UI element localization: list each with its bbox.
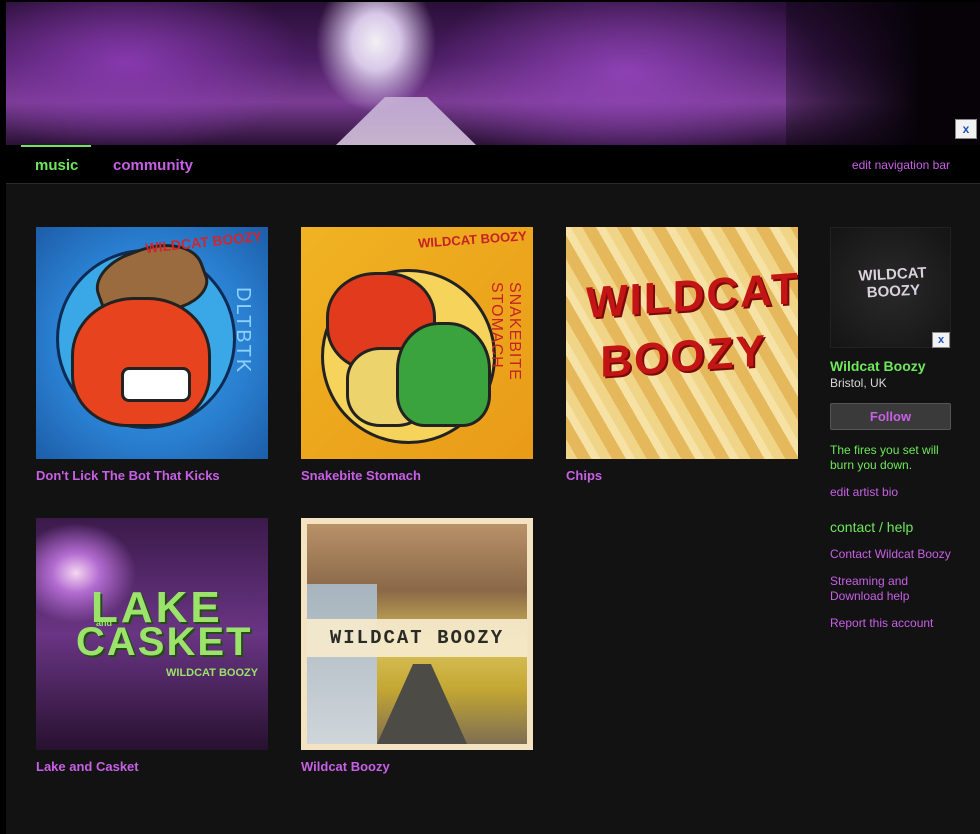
navigation-bar: music community edit navigation bar: [6, 145, 980, 182]
album-cover[interactable]: WILDCAT BOOZY: [566, 227, 798, 459]
artist-name[interactable]: Wildcat Boozy: [830, 358, 955, 374]
contact-help-heading: contact / help: [830, 519, 914, 535]
cover-logo: WILDCAT BOOZY: [586, 263, 798, 387]
cover-logo: WILDCAT BOOZY: [417, 228, 528, 251]
banner-road: [336, 97, 476, 145]
active-tab-indicator: [21, 145, 91, 147]
album-cover[interactable]: LAKE and CASKET WILDCAT BOOZY: [36, 518, 268, 750]
edit-navigation-bar-link[interactable]: edit navigation bar: [852, 158, 950, 172]
artist-location: Bristol, UK: [830, 376, 887, 390]
album-cover[interactable]: WILDCAT BOOZY SNAKEBITE STOMACH: [301, 227, 533, 459]
album-item[interactable]: WILDCAT BOOZY SNAKEBITE STOMACH Snakebit…: [301, 227, 533, 483]
artist-sidebar: WILDCAT BOOZY x Wildcat Boozy Bristol, U…: [830, 227, 955, 631]
album-item[interactable]: LAKE and CASKET WILDCAT BOOZY Lake and C…: [36, 518, 268, 774]
report-account-link[interactable]: Report this account: [830, 616, 955, 631]
contact-artist-link[interactable]: Contact Wildcat Boozy: [830, 547, 955, 562]
tab-music[interactable]: music: [35, 157, 78, 174]
follow-button[interactable]: Follow: [830, 403, 951, 430]
banner-shade: [786, 2, 980, 145]
album-title[interactable]: Chips: [566, 468, 798, 483]
cover-script: SNAKEBITE STOMACH: [488, 282, 523, 381]
album-item[interactable]: WILDCAT BOOZY Wildcat Boozy: [301, 518, 533, 774]
cover-logo: WILDCAT BOOZY: [329, 627, 505, 649]
album-cover[interactable]: WILDCAT BOOZY DLTBTK: [36, 227, 268, 459]
cover-logo: WILDCAT BOOZY: [166, 667, 259, 679]
cover-script: DLTBTK: [232, 287, 254, 375]
album-title[interactable]: Lake and Casket: [36, 759, 268, 774]
cover-logo: WILDCAT BOOZY: [144, 227, 263, 257]
album-title[interactable]: Snakebite Stomach: [301, 468, 533, 483]
streaming-download-help-link[interactable]: Streaming and Download help: [830, 574, 955, 604]
album-title[interactable]: Don't Lick The Bot That Kicks: [36, 468, 268, 483]
header-banner-image: [6, 2, 980, 145]
artist-photo[interactable]: WILDCAT BOOZY x: [830, 227, 951, 348]
album-item[interactable]: WILDCAT BOOZY DLTBTK Don't Lick The Bot …: [36, 227, 268, 483]
tab-community[interactable]: community: [113, 157, 193, 174]
artist-photo-logo: WILDCAT BOOZY: [858, 264, 927, 302]
cover-title-line2: CASKET: [76, 620, 253, 664]
album-cover[interactable]: WILDCAT BOOZY: [301, 518, 533, 750]
banner-close-button[interactable]: x: [955, 119, 977, 139]
album-item[interactable]: WILDCAT BOOZY Chips: [566, 227, 798, 483]
artist-bio: The fires you set will burn you down.: [830, 443, 939, 472]
album-title[interactable]: Wildcat Boozy: [301, 759, 533, 774]
edit-artist-bio-link[interactable]: edit artist bio: [830, 485, 955, 499]
photo-close-button[interactable]: x: [932, 332, 950, 348]
